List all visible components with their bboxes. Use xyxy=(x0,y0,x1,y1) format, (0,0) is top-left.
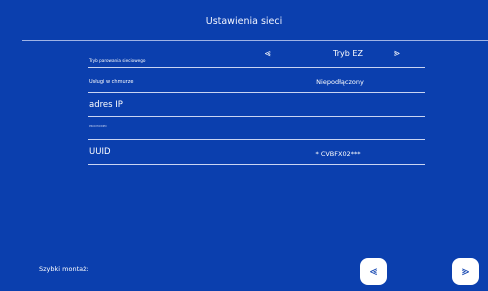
row-divider xyxy=(88,116,425,117)
pairing-mode-row: Tryb parowania sieciowego ⪡ Tryb EZ ⪢ xyxy=(88,46,425,70)
ip-address-label: adres IP xyxy=(89,100,123,110)
double-chevron-left-icon: ⪡ xyxy=(369,264,378,279)
row-divider xyxy=(88,139,425,140)
row-divider xyxy=(88,67,425,68)
double-chevron-left-icon[interactable]: ⪡ xyxy=(265,48,271,60)
uuid-value: * CVBFX02*** xyxy=(315,150,361,158)
pairing-mode-label: Tryb parowania sieciowego xyxy=(89,58,146,63)
header-divider xyxy=(22,40,488,41)
uuid-label: UUID xyxy=(89,147,111,157)
quick-setup-label: Szybki montaż: xyxy=(39,265,89,273)
previous-button[interactable]: ⪡ xyxy=(360,258,387,285)
row-divider xyxy=(88,92,425,93)
small-label-row: PROCHOWIEC xyxy=(88,118,425,140)
small-row-label: PROCHOWIEC xyxy=(89,125,107,128)
row-divider xyxy=(88,164,425,165)
double-chevron-right-icon: ⪢ xyxy=(461,264,470,279)
ip-address-row[interactable]: adres IP xyxy=(88,95,425,120)
cloud-services-status: Niepodłączony xyxy=(316,78,364,86)
cloud-services-row[interactable]: Usługi w chmurze Niepodłączony xyxy=(88,71,425,95)
page-title: Ustawienia sieci xyxy=(205,16,283,27)
uuid-row: UUID * CVBFX02*** xyxy=(88,143,425,167)
next-button[interactable]: ⪢ xyxy=(452,258,479,285)
double-chevron-right-icon[interactable]: ⪢ xyxy=(394,48,400,60)
cloud-services-label: Usługi w chmurze xyxy=(89,79,134,85)
pairing-mode-value: Tryb EZ xyxy=(333,49,363,58)
